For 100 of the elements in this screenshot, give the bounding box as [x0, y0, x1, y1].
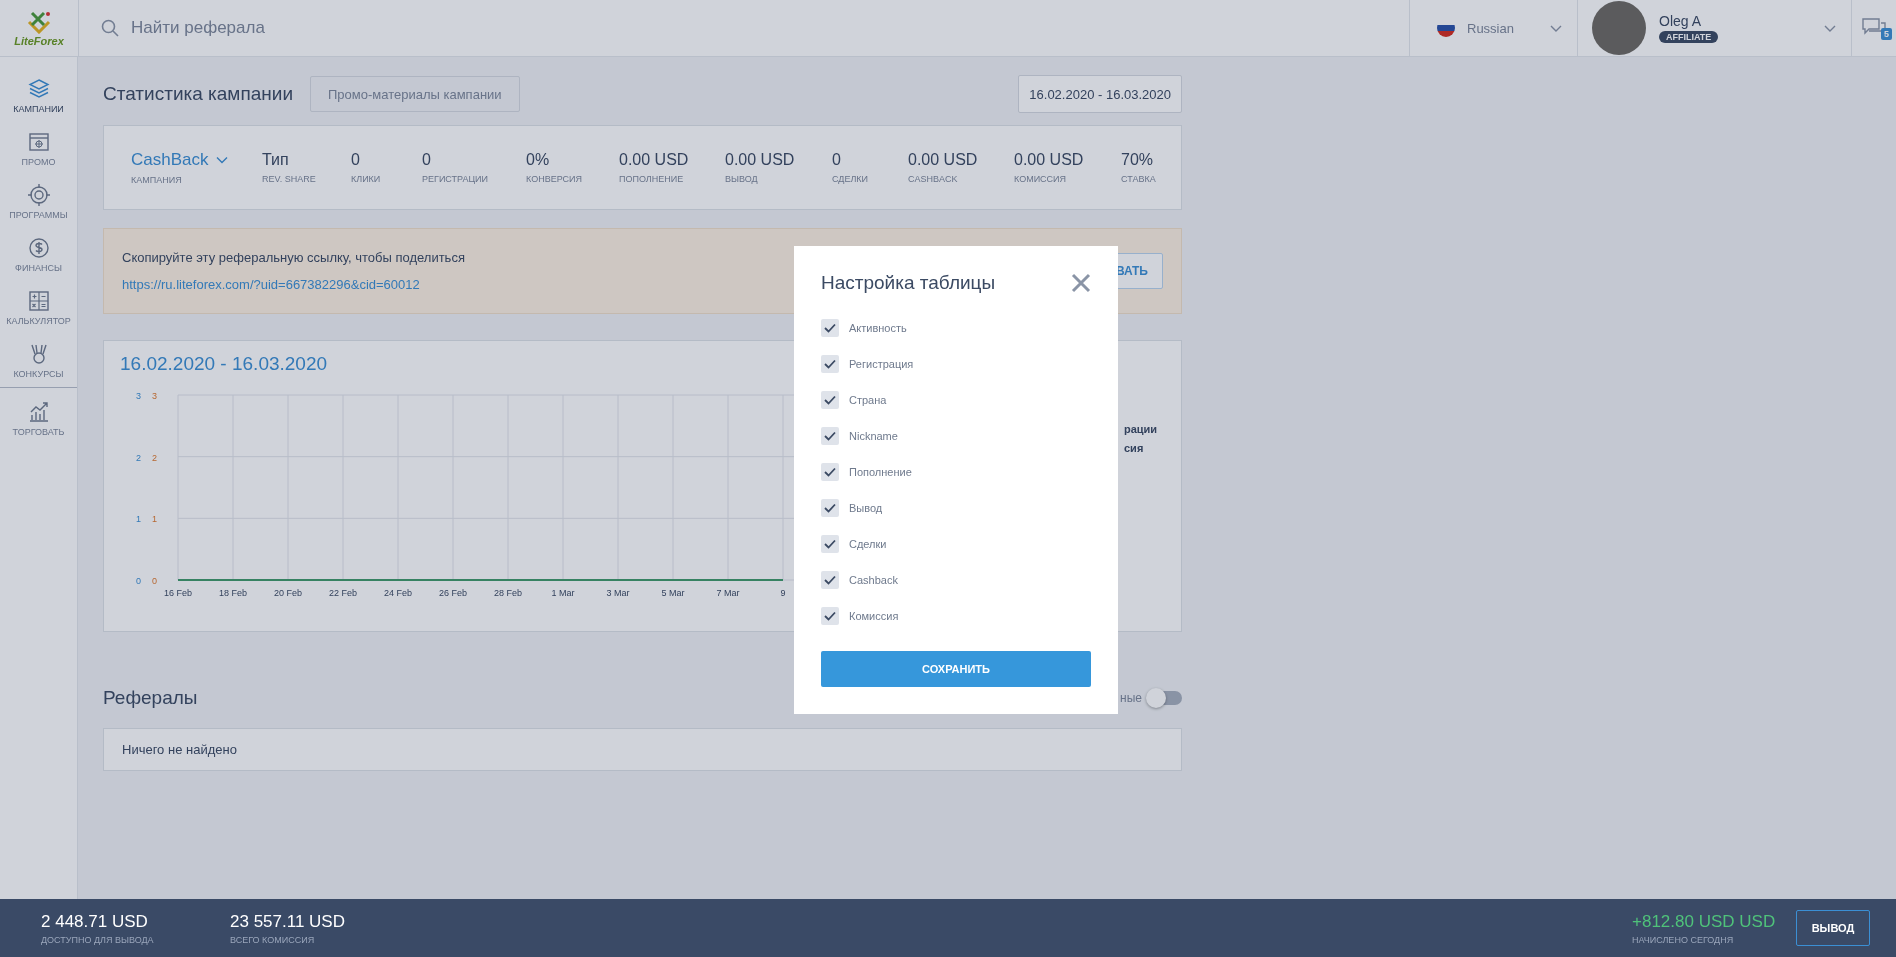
search-icon: [101, 19, 119, 37]
sidebar-item[interactable]: ФИНАНСЫ: [0, 228, 77, 281]
withdraw-button[interactable]: ВЫВОД: [1796, 910, 1870, 946]
toggle-switch[interactable]: [1148, 691, 1182, 705]
stat-label: СДЕЛКИ: [832, 174, 870, 184]
y-axis-label: 1: [152, 514, 157, 525]
checkbox[interactable]: [821, 463, 839, 481]
x-axis-label: 20 Feb: [274, 588, 302, 598]
checkbox-label: Комиссия: [849, 610, 899, 622]
close-button[interactable]: [1071, 273, 1091, 293]
checkbox[interactable]: [821, 535, 839, 553]
x-axis-label: 24 Feb: [384, 588, 412, 598]
checkbox-label: Сделки: [849, 538, 887, 550]
stat-label: ПОПОЛНЕНИЕ: [619, 174, 685, 184]
y-axis-label: 3: [136, 391, 141, 401]
x-axis-label: 5 Mar: [661, 588, 685, 598]
x-axis-label: 26 Feb: [439, 588, 467, 598]
sidebar-item[interactable]: ПРОГРАММЫ: [0, 175, 77, 228]
search-field[interactable]: Найти реферала: [129, 17, 533, 39]
section-title: Рефералы: [103, 687, 199, 709]
user-name: Oleg A: [1659, 13, 1702, 29]
checkmark-icon: [824, 467, 836, 477]
stat-value: 0: [422, 151, 432, 169]
layers-icon: [26, 77, 51, 101]
stat-label: РЕГИСТРАЦИИ: [422, 174, 490, 184]
checkbox-label: Страна: [849, 394, 887, 406]
balance-label: ДОСТУПНО ДЛЯ ВЫВОДА: [41, 934, 155, 945]
checkbox-label: Регистрация: [849, 358, 914, 370]
close-icon: [1071, 273, 1091, 293]
stat-value: 0.00 USD: [908, 151, 979, 169]
toggle-label: ные: [1120, 691, 1142, 705]
stat-value: 0.00 USD: [725, 151, 796, 169]
checkbox[interactable]: [821, 427, 839, 445]
balance-label: НАЧИСЛЕНО СЕГОДНЯ: [1632, 934, 1735, 945]
x-axis-label: 7 Mar: [716, 588, 740, 598]
logo-icon: [26, 9, 52, 34]
date-range-picker[interactable]: 16.02.2020 - 16.03.2020: [1018, 75, 1182, 113]
checkbox-label: Nickname: [849, 430, 898, 442]
balance-amount: +812.80 USD USD: [1632, 911, 1777, 932]
stat-label: ВЫВОД: [725, 174, 759, 184]
checkbox[interactable]: [821, 607, 839, 625]
avatar-photo[interactable]: [1592, 1, 1646, 55]
checkmark-icon: [824, 575, 836, 585]
stat-value: 70%: [1121, 151, 1155, 169]
chart-title: 16.02.2020 - 16.03.2020: [120, 353, 328, 375]
stat-label: REV. SHARE: [262, 174, 317, 184]
checkbox[interactable]: [821, 499, 839, 517]
stat-value: 0.00 USD: [1014, 151, 1085, 169]
checkbox[interactable]: [821, 355, 839, 373]
stat-label: СТАВКА: [1121, 174, 1157, 184]
checkmark-icon: [824, 323, 836, 333]
checkbox[interactable]: [821, 319, 839, 337]
calculator-icon: [26, 289, 51, 313]
x-axis-label: 18 Feb: [219, 588, 247, 598]
dollar-coin-icon: [26, 236, 51, 260]
x-axis-label: 9: [780, 588, 786, 598]
x-axis-label: 16 Feb: [164, 588, 192, 598]
checkbox[interactable]: [821, 391, 839, 409]
stat-label: КАМПАНИЯ: [131, 175, 183, 185]
chevron-down-icon: [216, 156, 229, 164]
stat-value: 0: [351, 151, 361, 169]
x-axis-label: 28 Feb: [494, 588, 522, 598]
stat-label: КОНВЕРСИЯ: [526, 174, 584, 184]
checkmark-icon: [824, 395, 836, 405]
balance-amount: 23 557.11 USD: [230, 911, 346, 932]
checkbox-label: Пополнение: [849, 466, 912, 478]
y-axis-label: 3: [152, 391, 157, 401]
checkmark-icon: [824, 431, 836, 441]
y-axis-label: 2: [136, 452, 141, 463]
x-axis-label: 1 Mar: [551, 588, 575, 598]
message-count-badge: 5: [1881, 28, 1892, 40]
sidebar-item[interactable]: КАМПАНИИ: [0, 69, 77, 122]
stat-value: 0: [832, 151, 842, 169]
stat-value: Тип: [262, 151, 290, 169]
y-axis-label: 2: [152, 452, 157, 463]
promo-materials-button[interactable]: Промо-материалы кампании: [310, 76, 520, 112]
sidebar-item[interactable]: ТОРГОВАТЬ: [0, 392, 77, 445]
checkmark-icon: [824, 539, 836, 549]
stat-label: КОМИССИЯ: [1014, 174, 1068, 184]
checkmark-icon: [824, 359, 836, 369]
sidebar-item[interactable]: КАЛЬКУЛЯТОР: [0, 281, 77, 334]
chevron-down-icon: [1823, 23, 1837, 33]
stat-label: КЛИКИ: [351, 174, 382, 184]
sidebar-item[interactable]: КОНКУРСЫ: [0, 334, 77, 387]
checkbox-label: Cashback: [849, 574, 898, 586]
promo-window-icon: [26, 130, 51, 154]
save-button[interactable]: СОХРАНИТЬ: [821, 651, 1091, 687]
sidebar-item[interactable]: ПРОМО: [0, 122, 77, 175]
balance-amount: 2 448.71 USD: [41, 911, 149, 932]
logo-text: LiteForex: [14, 34, 64, 47]
stat-value: 0.00 USD: [619, 151, 690, 169]
language-selector[interactable]: Russian: [1409, 0, 1577, 56]
section-title: Статистика кампании: [103, 83, 293, 105]
checkbox[interactable]: [821, 571, 839, 589]
share-instructions: Скопируйте эту реферальную ссылку, чтобы поделиться: [122, 250, 466, 265]
x-axis-label: 22 Feb: [329, 588, 357, 598]
y-axis-label: 0: [136, 576, 141, 586]
checkbox-label: Активность: [849, 322, 907, 334]
campaign-dropdown[interactable]: CashBack: [131, 150, 262, 170]
target-icon: [26, 183, 51, 207]
